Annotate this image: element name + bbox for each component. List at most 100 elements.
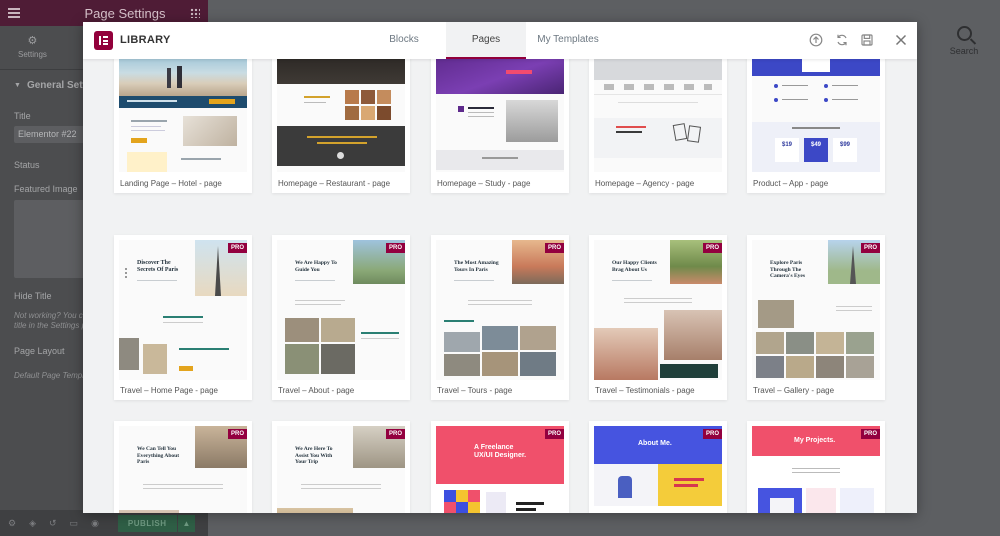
search-icon bbox=[956, 26, 972, 41]
tab-my-templates[interactable]: My Templates bbox=[534, 22, 602, 59]
template-heading: Discover The Secrets Of Paris bbox=[137, 260, 179, 273]
template-thumbnail: About Me. bbox=[594, 426, 722, 513]
pro-badge: PRO bbox=[544, 243, 564, 253]
template-thumbnail: The Most Amazing Tours In Paris bbox=[436, 240, 564, 380]
pro-badge: PRO bbox=[544, 429, 564, 439]
template-card[interactable]: Homepage – Restaurant - page bbox=[272, 54, 410, 193]
template-card[interactable]: Homepage – Study - page bbox=[431, 54, 569, 193]
template-thumbnail: We Are Here To Assist You With Your Trip bbox=[277, 426, 405, 513]
featured-image-label: Featured Image bbox=[14, 184, 78, 194]
template-thumbnail bbox=[594, 54, 722, 172]
publish-button[interactable]: PUBLISH bbox=[117, 514, 177, 532]
template-heading: A Freelance UX/UI Designer. bbox=[474, 444, 527, 459]
tab-settings[interactable]: ⚙ Settings bbox=[18, 35, 47, 60]
template-card[interactable]: PRO We Can Tell You Everything About Par… bbox=[114, 421, 252, 513]
template-thumbnail: Our Happy Clients Brag About Us bbox=[594, 240, 722, 380]
caret-down-icon: ▼ bbox=[14, 82, 21, 89]
tab-pages[interactable]: Pages bbox=[446, 22, 526, 59]
template-label: Homepage – Agency - page bbox=[595, 179, 695, 188]
status-label: Status bbox=[14, 160, 40, 170]
template-card[interactable]: PRO About Me. bbox=[589, 421, 727, 513]
template-card[interactable]: PRO We Are Here To Assist You With Your … bbox=[272, 421, 410, 513]
search-widget[interactable]: Search bbox=[938, 26, 990, 56]
close-icon[interactable] bbox=[894, 33, 908, 47]
template-heading: Explore Paris Through The Camera's Eyes bbox=[770, 260, 805, 279]
template-thumbnail: We Can Tell You Everything About Paris bbox=[119, 426, 247, 513]
template-card[interactable]: Homepage – Agency - page bbox=[589, 54, 727, 193]
panel-title: Page Settings bbox=[84, 5, 166, 21]
template-thumbnail bbox=[277, 54, 405, 172]
template-thumbnail: A Freelance UX/UI Designer. bbox=[436, 426, 564, 513]
hide-title-label: Hide Title bbox=[14, 291, 52, 301]
template-heading: We Can Tell You Everything About Paris bbox=[137, 446, 180, 465]
template-grid: Landing Page – Hotel - page Homepage – R… bbox=[83, 54, 917, 513]
template-heading: The Most Amazing Tours In Paris bbox=[454, 260, 499, 273]
title-input[interactable]: Elementor #22 bbox=[14, 126, 94, 143]
template-card[interactable]: $19 $49 $99 Product – App - page bbox=[747, 54, 885, 193]
library-title: LIBRARY bbox=[120, 34, 171, 46]
template-heading: We Are Happy To Guide You bbox=[295, 260, 337, 273]
tab-settings-label: Settings bbox=[18, 50, 47, 59]
template-heading: About Me. bbox=[638, 440, 672, 447]
pro-badge: PRO bbox=[702, 429, 722, 439]
pro-badge: PRO bbox=[385, 243, 405, 253]
history-icon[interactable]: ↺ bbox=[49, 518, 57, 529]
template-label: Travel – Home Page - page bbox=[120, 386, 218, 395]
template-card[interactable]: PRO A Freelance UX/UI Designer. bbox=[431, 421, 569, 513]
section-title: General Setti bbox=[26, 80, 89, 91]
template-card[interactable]: PRO My Projects. bbox=[747, 421, 885, 513]
template-thumbnail: Explore Paris Through The Camera's Eyes bbox=[752, 240, 880, 380]
template-label: Landing Page – Hotel - page bbox=[120, 179, 222, 188]
template-label: Travel – Gallery - page bbox=[753, 386, 835, 395]
pro-badge: PRO bbox=[227, 243, 247, 253]
layers-icon[interactable]: ◈ bbox=[29, 518, 36, 529]
responsive-icon[interactable]: ▭ bbox=[70, 518, 79, 529]
featured-image-picker[interactable] bbox=[14, 200, 94, 278]
template-heading: Our Happy Clients Brag About Us bbox=[612, 260, 657, 273]
pro-badge: PRO bbox=[702, 243, 722, 253]
preview-icon[interactable]: ◉ bbox=[91, 518, 99, 529]
panel-footer: ⚙ ◈ ↺ ▭ ◉ PUBLISH ▲ bbox=[0, 510, 208, 536]
title-label: Title bbox=[14, 111, 31, 121]
gear-icon: ⚙ bbox=[27, 35, 38, 47]
template-card[interactable]: PRO Explore Paris Through The Camera's E… bbox=[747, 235, 885, 400]
template-card[interactable]: PRO Our Happy Clients Brag About Us Trav… bbox=[589, 235, 727, 400]
pro-badge: PRO bbox=[385, 429, 405, 439]
widgets-grid-icon[interactable] bbox=[189, 8, 200, 18]
upload-icon[interactable] bbox=[809, 33, 823, 47]
page-layout-label: Page Layout bbox=[14, 346, 65, 356]
template-heading: My Projects. bbox=[794, 437, 836, 444]
template-label: Homepage – Restaurant - page bbox=[278, 179, 391, 188]
template-label: Product – App - page bbox=[753, 179, 829, 188]
template-thumbnail bbox=[436, 54, 564, 172]
search-label: Search bbox=[949, 46, 979, 56]
pro-badge: PRO bbox=[860, 243, 880, 253]
template-card[interactable]: PRO The Most Amazing Tours In Paris Trav… bbox=[431, 235, 569, 400]
template-card[interactable]: PRO Discover The Secrets Of Paris Travel… bbox=[114, 235, 252, 400]
pro-badge: PRO bbox=[860, 429, 880, 439]
sync-icon[interactable] bbox=[835, 33, 849, 47]
template-card[interactable]: PRO We Are Happy To Guide You Travel – A… bbox=[272, 235, 410, 400]
library-header: LIBRARY Blocks Pages My Templates bbox=[83, 22, 917, 59]
template-thumbnail: $19 $49 $99 bbox=[752, 54, 880, 172]
save-icon[interactable] bbox=[860, 33, 874, 47]
template-thumbnail bbox=[119, 54, 247, 172]
template-card[interactable]: Landing Page – Hotel - page bbox=[114, 54, 252, 193]
template-thumbnail: Discover The Secrets Of Paris bbox=[119, 240, 247, 380]
template-label: Travel – Tours - page bbox=[437, 386, 513, 395]
pro-badge: PRO bbox=[227, 429, 247, 439]
tab-blocks[interactable]: Blocks bbox=[373, 22, 435, 59]
hide-title-note: Not working? You can title in the Settin… bbox=[14, 311, 92, 330]
template-label: Travel – Testimonials - page bbox=[595, 386, 695, 395]
template-library-modal: LIBRARY Blocks Pages My Templates Landin… bbox=[83, 22, 917, 513]
template-label: Homepage – Study - page bbox=[437, 179, 531, 188]
publish-options-icon[interactable]: ▲ bbox=[177, 514, 196, 532]
template-thumbnail: We Are Happy To Guide You bbox=[277, 240, 405, 380]
template-thumbnail: My Projects. bbox=[752, 426, 880, 513]
template-label: Travel – About - page bbox=[278, 386, 355, 395]
hamburger-icon[interactable] bbox=[8, 8, 20, 18]
settings-icon[interactable]: ⚙ bbox=[8, 518, 16, 529]
page-layout-note: Default Page Templa bbox=[14, 371, 89, 380]
elementor-logo-icon bbox=[94, 31, 113, 50]
template-heading: We Are Here To Assist You With Your Trip bbox=[295, 446, 333, 465]
